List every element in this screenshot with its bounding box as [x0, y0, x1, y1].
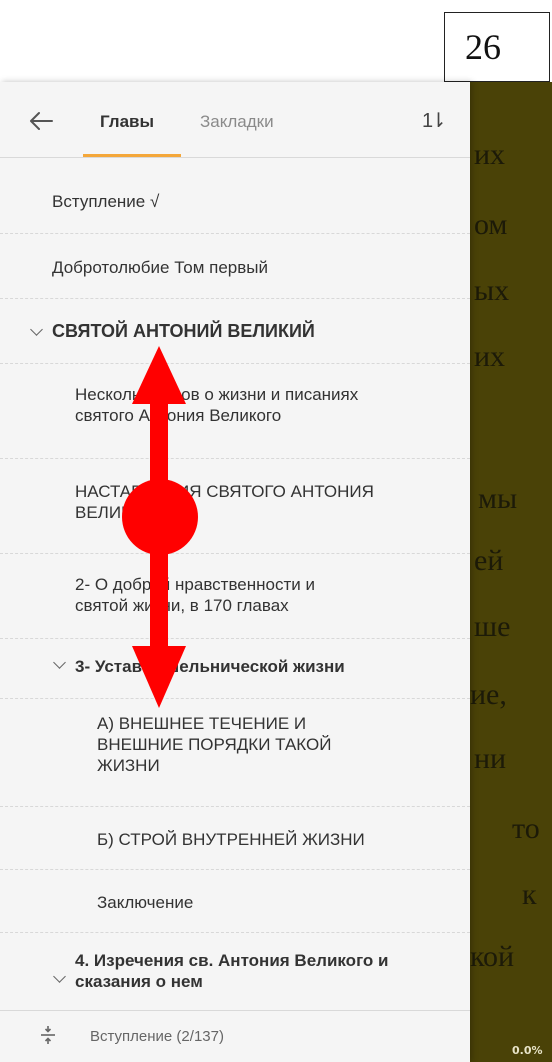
chapter-item[interactable]: Заключение: [0, 870, 470, 933]
chapter-item[interactable]: НАСТАВЛЕНИЯ СВЯТОГО АНТОНИЯ ВЕЛИКОГО: [0, 459, 470, 554]
tab-bookmarks[interactable]: Закладки: [200, 112, 274, 132]
active-tab-indicator: [83, 154, 181, 157]
sort-order-icon[interactable]: 1⇂: [422, 108, 447, 133]
reader-text-fragment: к: [522, 878, 537, 911]
chapter-group[interactable]: 3- Устав отшельнической жизни: [0, 639, 470, 699]
chapter-label: СВЯТОЙ АНТОНИЙ ВЕЛИКИЙ: [52, 321, 315, 341]
chapter-item[interactable]: 2- О доброй нравственности и святой жизни…: [0, 554, 470, 639]
reader-text-fragment: то: [512, 812, 540, 845]
reader-text-fragment: кой: [470, 940, 515, 973]
chapter-label: Добротолюбие Том первый: [52, 258, 268, 277]
reader-text-fragment: ни: [474, 742, 507, 775]
reader-text-fragment: ей: [474, 544, 504, 577]
chapter-label: 4. Изречения св. Антония Великого и сказа…: [75, 951, 389, 991]
chapter-label: 3- Устав отшельнической жизни: [75, 657, 345, 676]
chapter-item[interactable]: Несколько слов о жизни и писаниях святого…: [0, 364, 470, 459]
reader-text: их ом ых их мы ей ше ие, ни то к кой: [470, 82, 552, 1042]
reader-text-fragment: ше: [474, 610, 511, 643]
reader-text-fragment: мы: [478, 482, 518, 515]
chapter-label: Б) СТРОЙ ВНУТРЕННЕЙ ЖИЗНИ: [97, 830, 365, 849]
drawer-footer: Вступление (2/137): [0, 1010, 470, 1062]
table-of-contents-drawer: Главы Закладки 1⇂ Вступление √ Добротолю…: [0, 82, 470, 1062]
tab-chapters[interactable]: Главы: [100, 112, 154, 132]
chapter-item[interactable]: Вступление √: [0, 159, 470, 234]
chapter-label: Вступление √: [52, 192, 160, 211]
chapter-group[interactable]: СВЯТОЙ АНТОНИЙ ВЕЛИКИЙ: [0, 299, 470, 364]
chevron-down-icon[interactable]: [30, 323, 43, 336]
chapter-label: НАСТАВЛЕНИЯ СВЯТОГО АНТОНИЯ ВЕЛИКОГО: [75, 482, 374, 522]
reader-text-fragment: ых: [474, 274, 510, 307]
chapter-item[interactable]: А) ВНЕШНЕЕ ТЕЧЕНИЕ И ВНЕШНИЕ ПОРЯДКИ ТАКО…: [0, 699, 470, 807]
current-chapter-status: Вступление (2/137): [90, 1028, 224, 1045]
chevron-down-icon[interactable]: [53, 970, 66, 983]
reader-text-fragment: их: [474, 138, 506, 171]
chapter-label: Несколько слов о жизни и писаниях святого…: [75, 385, 359, 425]
reader-text-fragment: их: [474, 340, 506, 373]
reading-progress: 0.0%: [512, 1044, 543, 1057]
collapse-icon[interactable]: [36, 1023, 60, 1047]
back-arrow-icon[interactable]: [26, 106, 56, 136]
chevron-down-icon[interactable]: [53, 656, 66, 669]
page-number-badge: 26: [444, 12, 550, 82]
chapter-label: Заключение: [97, 893, 194, 912]
chapter-label: 2- О доброй нравственности и святой жизни…: [75, 575, 315, 615]
chapter-label: А) ВНЕШНЕЕ ТЕЧЕНИЕ И ВНЕШНИЕ ПОРЯДКИ ТАКО…: [97, 714, 332, 775]
chapter-group[interactable]: 4. Изречения св. Антония Великого и сказа…: [0, 933, 470, 1010]
chapter-item[interactable]: Б) СТРОЙ ВНУТРЕННЕЙ ЖИЗНИ: [0, 807, 470, 870]
chapter-item[interactable]: Добротолюбие Том первый: [0, 234, 470, 299]
reader-text-fragment: ие,: [470, 678, 507, 711]
drawer-header: Главы Закладки 1⇂: [0, 82, 470, 158]
reader-text-fragment: ом: [474, 208, 508, 241]
